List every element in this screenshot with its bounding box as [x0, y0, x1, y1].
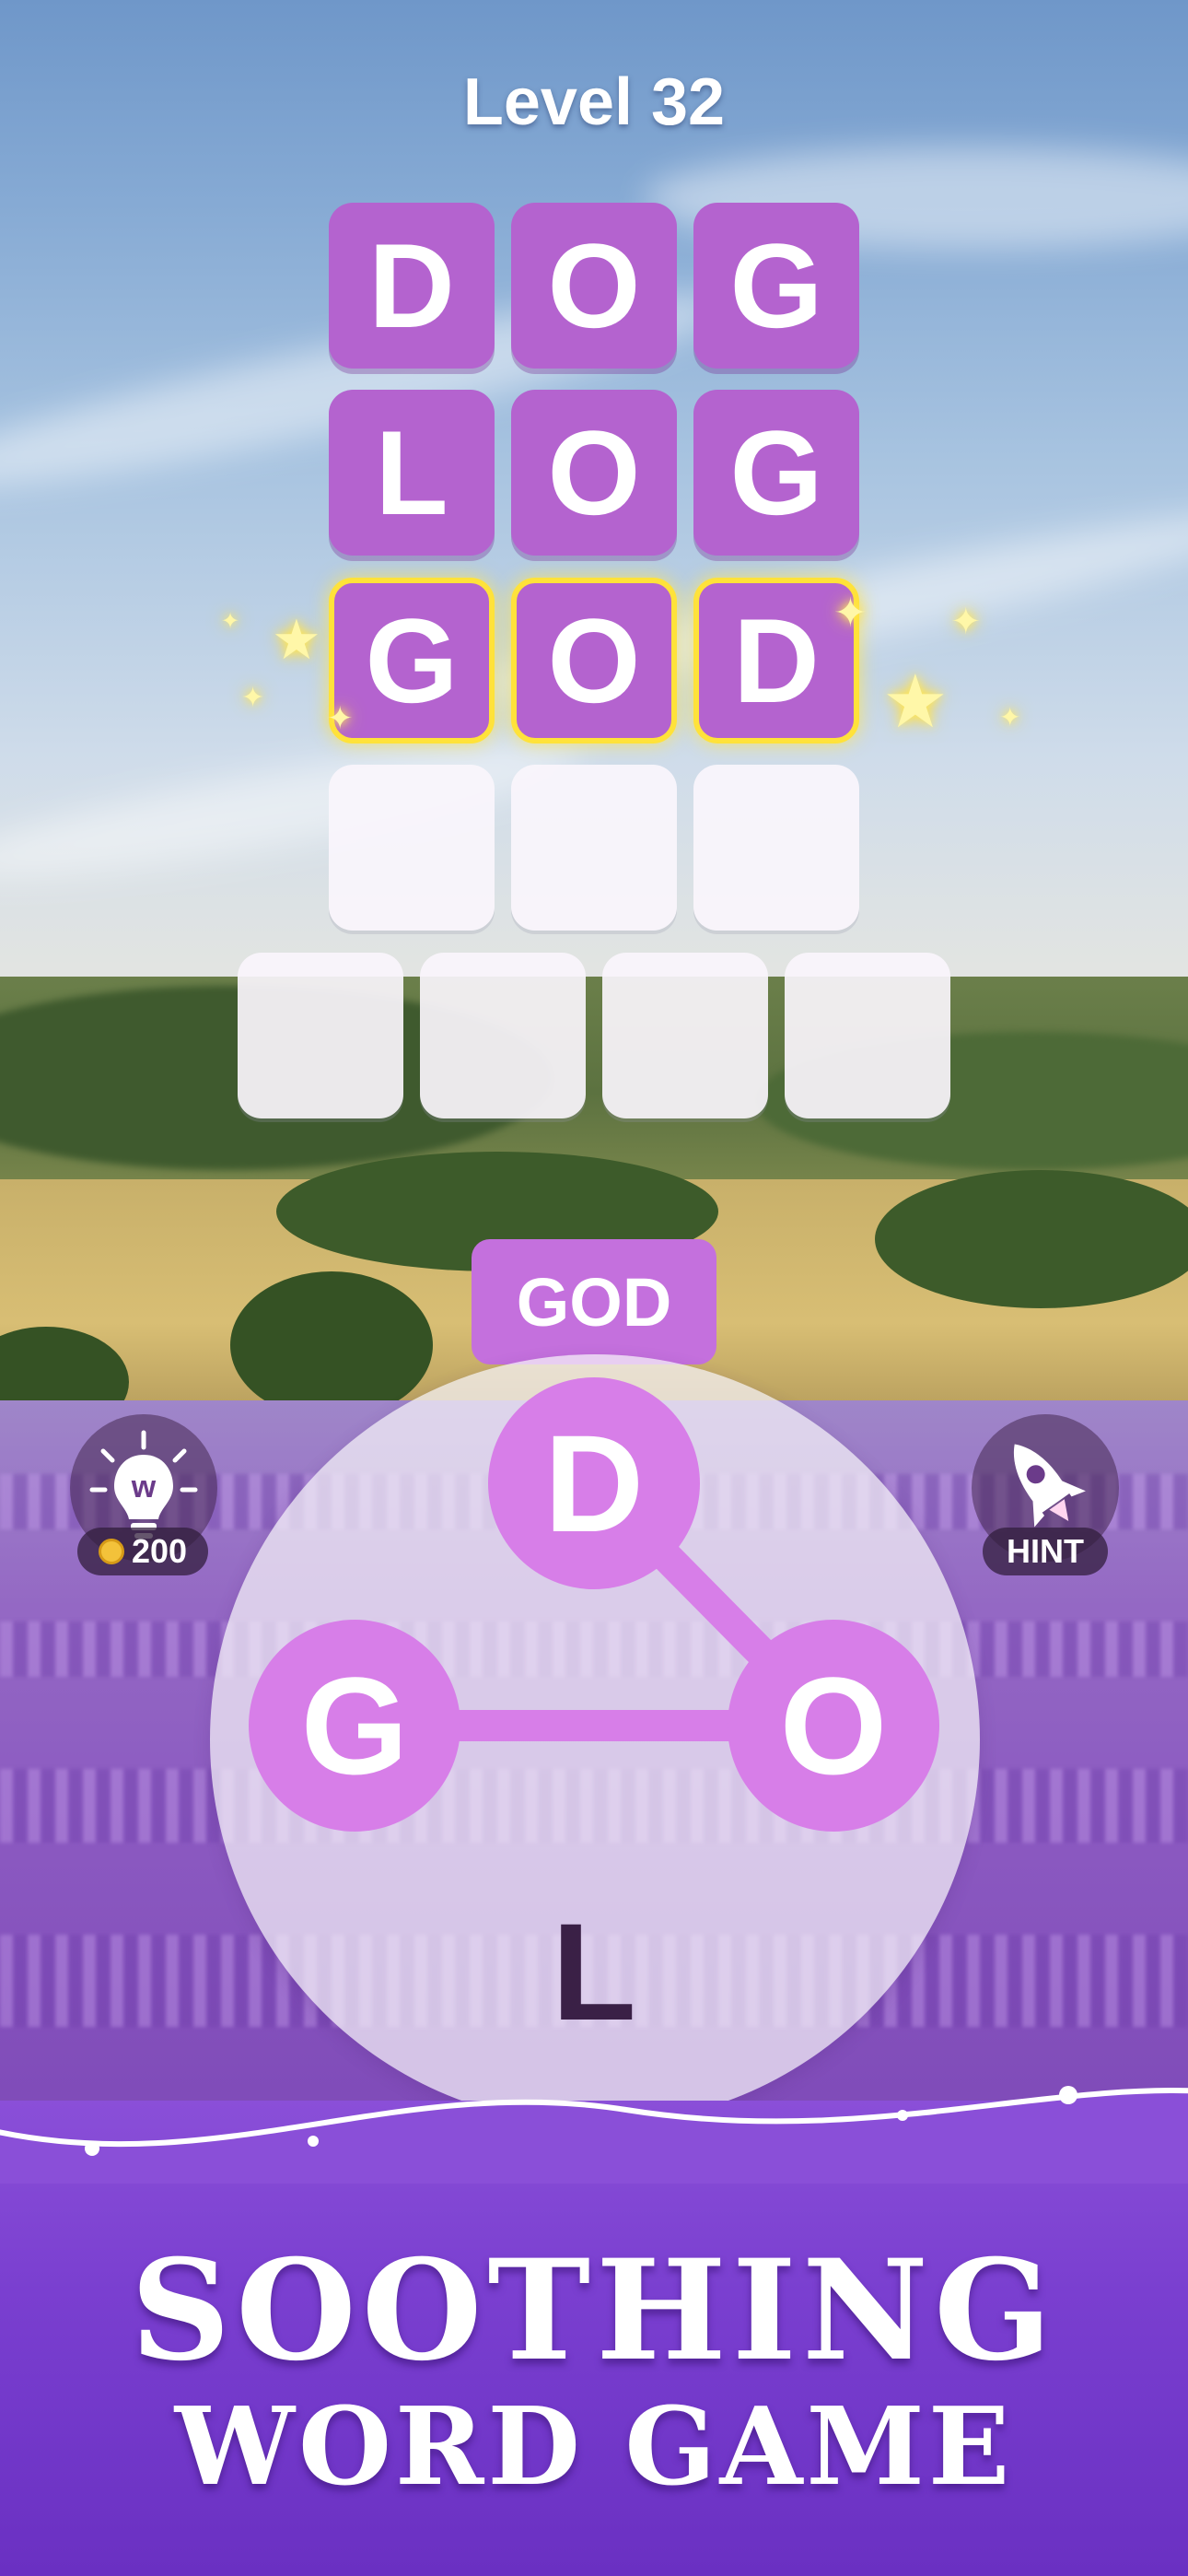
sparkle-icon: ✦ [833, 591, 868, 636]
hint-label: HINT [1007, 1532, 1084, 1570]
grid-tile: O [511, 203, 677, 369]
sparkle-icon: ✦ [221, 609, 240, 634]
banner-subtitle: WORD GAME [174, 2384, 1014, 2510]
current-word-display: GOD [472, 1239, 716, 1364]
banner-title: SOOTHING [130, 2230, 1058, 2392]
hint-cost-badge: 200 [77, 1528, 208, 1575]
svg-text:w: w [131, 1469, 157, 1505]
grid-tile-empty [329, 765, 495, 931]
grid-tile-empty [420, 953, 586, 1118]
sparkle-icon: ✦ [327, 701, 354, 736]
wheel-letter-o[interactable]: O [728, 1620, 939, 1832]
tree [230, 1271, 433, 1419]
banner-wave [0, 2086, 1188, 2184]
grid-tile-empty [693, 765, 859, 931]
tree [875, 1170, 1188, 1308]
wheel-letter-l[interactable]: L [488, 1866, 700, 2078]
grid-tile: G [329, 578, 495, 744]
grid-tile: O [511, 578, 677, 744]
grid-tile-empty [602, 953, 768, 1118]
wheel-letter-d[interactable]: D [488, 1377, 700, 1589]
grid-tile: L [329, 390, 495, 556]
sparkle-icon: ✦ [950, 602, 982, 642]
sparkle-icon: ★ [272, 609, 321, 671]
sparkle-icon: ✦ [999, 703, 1021, 732]
coin-icon [98, 1539, 124, 1564]
wheel-letter-g[interactable]: G [249, 1620, 460, 1832]
grid-tile-empty [238, 953, 403, 1118]
grid-tile: D [329, 203, 495, 369]
hint-cost: 200 [131, 1532, 188, 1570]
grid-tile: G [693, 203, 859, 369]
grid-tile: G [693, 390, 859, 556]
sparkle-icon: ✦ [241, 683, 265, 713]
grid-tile-empty [785, 953, 950, 1118]
sparkle-icon: ★ [882, 661, 949, 743]
grid-tile: O [511, 390, 677, 556]
grid-tile-empty [511, 765, 677, 931]
hint-label-badge: HINT [983, 1528, 1108, 1575]
level-title: Level 32 [462, 65, 726, 139]
